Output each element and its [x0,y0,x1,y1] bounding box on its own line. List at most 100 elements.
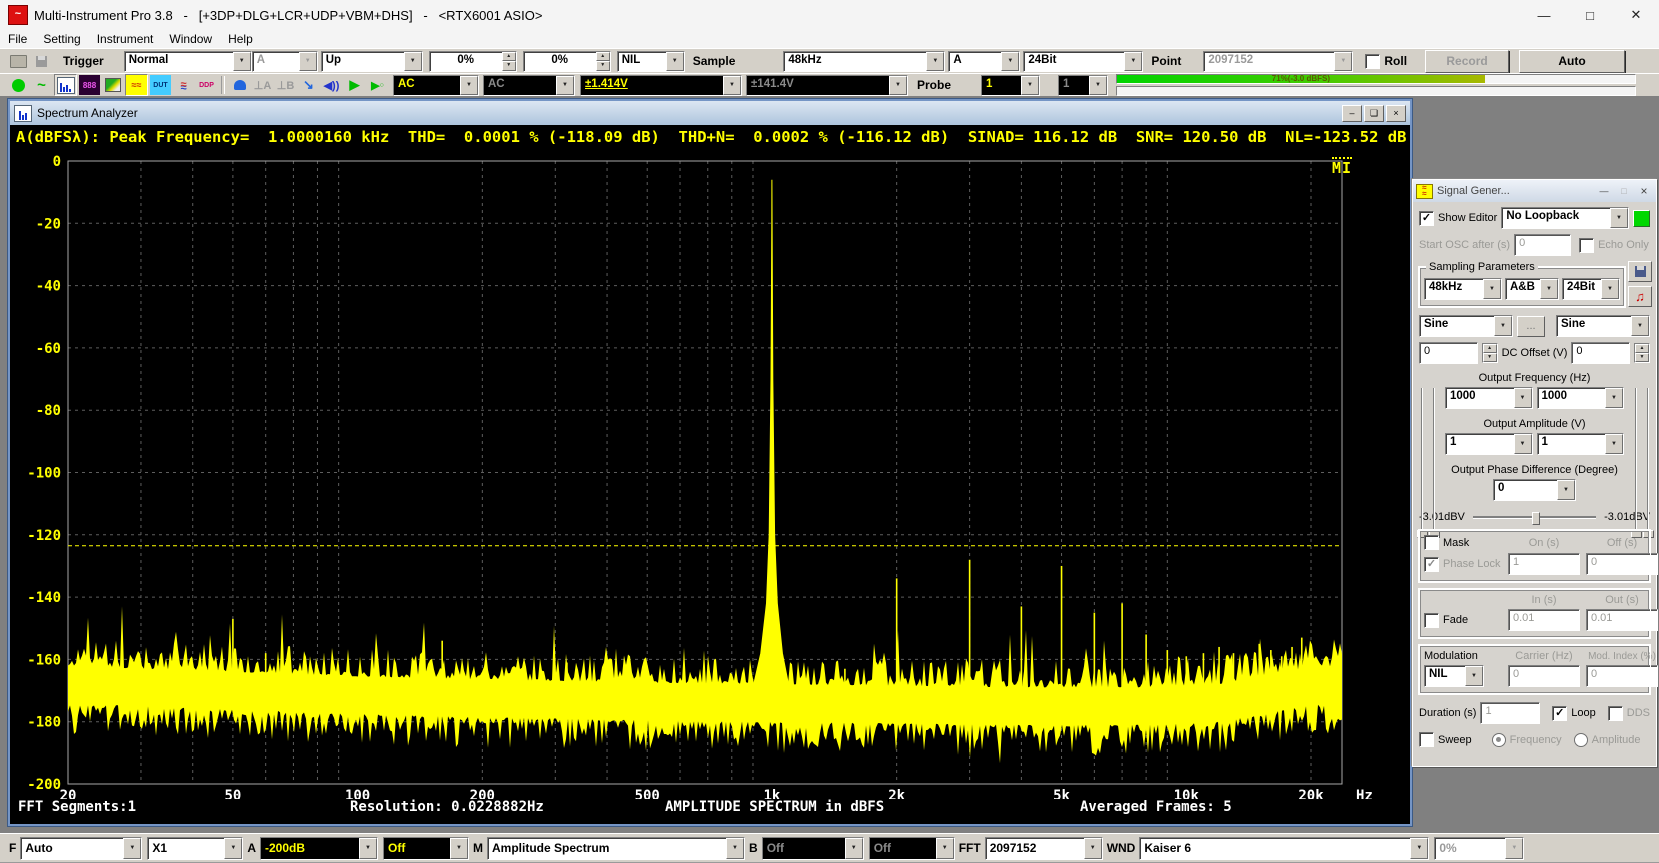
generator-status-button[interactable] [1633,210,1650,227]
spin-down-icon[interactable]: ▼ [1635,353,1649,362]
menu-setting[interactable]: Setting [35,31,88,47]
spectrum-window-titlebar[interactable]: Spectrum Analyzer – ❏ × [10,101,1410,125]
spin-up-icon[interactable]: ▲ [1483,344,1497,353]
trigger-level-spinner[interactable]: 0%▲▼ [429,51,517,72]
dropdown-arrow-icon[interactable] [1557,480,1575,500]
a-range-select[interactable]: -200dB [260,837,378,860]
spin-down-icon[interactable]: ▼ [596,61,610,71]
dropdown-arrow-icon[interactable] [1465,666,1483,686]
dropdown-arrow-icon[interactable] [1124,52,1142,71]
auto-button[interactable]: Auto [1519,50,1625,73]
waveform-b-select[interactable]: Sine [1556,315,1650,337]
dropdown-arrow-icon[interactable] [224,838,242,859]
open-file-icon[interactable] [8,51,29,71]
spin-up-icon[interactable]: ▲ [502,52,516,62]
dropdown-arrow-icon[interactable] [1084,838,1102,859]
bit-depth-select[interactable]: 24Bit [1023,51,1143,72]
dc-offset-b-input[interactable]: 0 [1571,342,1630,364]
waveform-a-select[interactable]: Sine [1419,315,1513,337]
phase-select[interactable]: 0 [1493,479,1576,501]
dropdown-arrow-icon[interactable] [926,52,944,71]
trigger-mode-select[interactable]: Normal [124,51,252,72]
close-button[interactable]: ✕ [1613,0,1659,30]
dropdown-arrow-icon[interactable] [1601,279,1619,299]
trigger-delay-spinner[interactable]: 0%▲▼ [523,51,611,72]
dropdown-arrow-icon[interactable] [1540,279,1558,299]
sound-calibrator-icon[interactable] [229,75,250,95]
sg-save-button[interactable] [1628,261,1652,282]
child-restore-button[interactable]: ❏ [1364,105,1384,122]
waveform-more-button[interactable]: ... [1517,316,1545,337]
roll-checkbox[interactable] [1365,54,1380,69]
maximize-button[interactable]: □ [1567,0,1613,30]
dropdown-arrow-icon[interactable] [233,52,251,71]
ddp-viewer-icon[interactable]: DDP [196,75,217,95]
derived-data-icon[interactable]: ≈ [173,75,194,95]
dropdown-arrow-icon[interactable] [1514,434,1532,454]
dropdown-arrow-icon[interactable] [726,838,744,859]
device-test-plan-icon[interactable]: DUT [150,75,171,95]
amplitude-a-select[interactable]: 1 [1445,433,1533,455]
dropdown-arrow-icon[interactable] [1605,388,1623,408]
trigger-edge-select[interactable]: Up [321,51,423,72]
loop-checkbox[interactable] [1552,706,1567,721]
level-slider-track-b-right[interactable] [1647,388,1648,536]
menu-file[interactable]: File [0,31,35,47]
sample-rate-select[interactable]: 48kHz [783,51,945,72]
mode-select[interactable]: Amplitude Spectrum [487,837,745,860]
sample-channel-select[interactable]: A [948,51,1020,72]
dropdown-arrow-icon[interactable] [1483,279,1501,299]
show-editor-checkbox[interactable] [1419,211,1434,226]
balance-slider[interactable] [1473,516,1596,518]
save-file-icon[interactable] [31,51,52,71]
amplitude-b-select[interactable]: 1 [1537,433,1625,455]
dropdown-arrow-icon[interactable] [1021,76,1039,95]
spin-down-icon[interactable]: ▼ [502,61,516,71]
sg-close-button[interactable]: × [1635,184,1653,199]
signal-generator-titlebar[interactable]: ≈≈ Signal Gener... — □ × [1413,180,1656,202]
multimeter-icon[interactable]: 888 [79,75,100,95]
spectrum-analyzer-icon[interactable] [54,74,77,96]
menu-window[interactable]: Window [161,31,220,47]
sg-notes-button[interactable]: ♫ [1628,286,1652,307]
spin-up-icon[interactable]: ▲ [1635,344,1649,353]
dropdown-arrow-icon[interactable] [1514,388,1532,408]
level-slider-track-a-right[interactable] [1635,388,1636,536]
dropdown-arrow-icon[interactable] [723,76,741,95]
spectrum-chart[interactable]: 0-20-40-60-80-100-120-140-160-180-200205… [12,149,1404,799]
probe-icon[interactable]: ↘ [298,75,319,95]
run-loopback-icon[interactable]: ▶○ [367,75,388,95]
dc-offset-a-spinner[interactable]: ▲▼ [1482,343,1498,363]
balance-slider-handle[interactable] [1532,512,1540,525]
run-icon[interactable]: ▶ [344,75,365,95]
modulation-select[interactable]: NIL [1424,665,1484,687]
coupling-a-select[interactable]: AC [393,75,479,96]
sg-bits-select[interactable]: 24Bit [1562,278,1620,300]
range-a-select[interactable]: ±1.414V [580,75,742,96]
dropdown-arrow-icon[interactable] [1631,316,1649,336]
loopback-select[interactable]: No Loopback [1501,207,1629,229]
sg-sample-rate-select[interactable]: 48kHz [1424,278,1502,300]
probe-a-select[interactable]: 1 [981,75,1040,96]
dropdown-arrow-icon[interactable] [123,838,141,859]
dropdown-arrow-icon[interactable] [1001,52,1019,71]
menu-instrument[interactable]: Instrument [89,31,162,47]
dropdown-arrow-icon[interactable] [404,52,422,71]
dropdown-arrow-icon[interactable] [1605,434,1623,454]
oscilloscope-icon[interactable] [8,75,29,95]
fade-checkbox[interactable] [1424,613,1439,628]
sg-channels-select[interactable]: A&B [1505,278,1559,300]
trigger-hpf-select[interactable]: NIL [617,51,685,72]
dropdown-arrow-icon[interactable] [666,52,684,71]
dc-offset-b-spinner[interactable]: ▲▼ [1634,343,1650,363]
fft-size-select[interactable]: 2097152 [985,837,1103,860]
dropdown-arrow-icon[interactable] [1410,838,1428,859]
level-slider-track-b-left[interactable] [1433,388,1434,536]
level-slider-track-a-left[interactable] [1421,388,1422,536]
a-shift-select[interactable]: Off [383,837,469,860]
freq-axis-select[interactable]: Auto [20,837,142,860]
dropdown-arrow-icon[interactable] [450,838,468,859]
dropdown-arrow-icon[interactable] [1494,316,1512,336]
sweep-checkbox[interactable] [1419,732,1434,747]
dropdown-arrow-icon[interactable] [359,838,377,859]
